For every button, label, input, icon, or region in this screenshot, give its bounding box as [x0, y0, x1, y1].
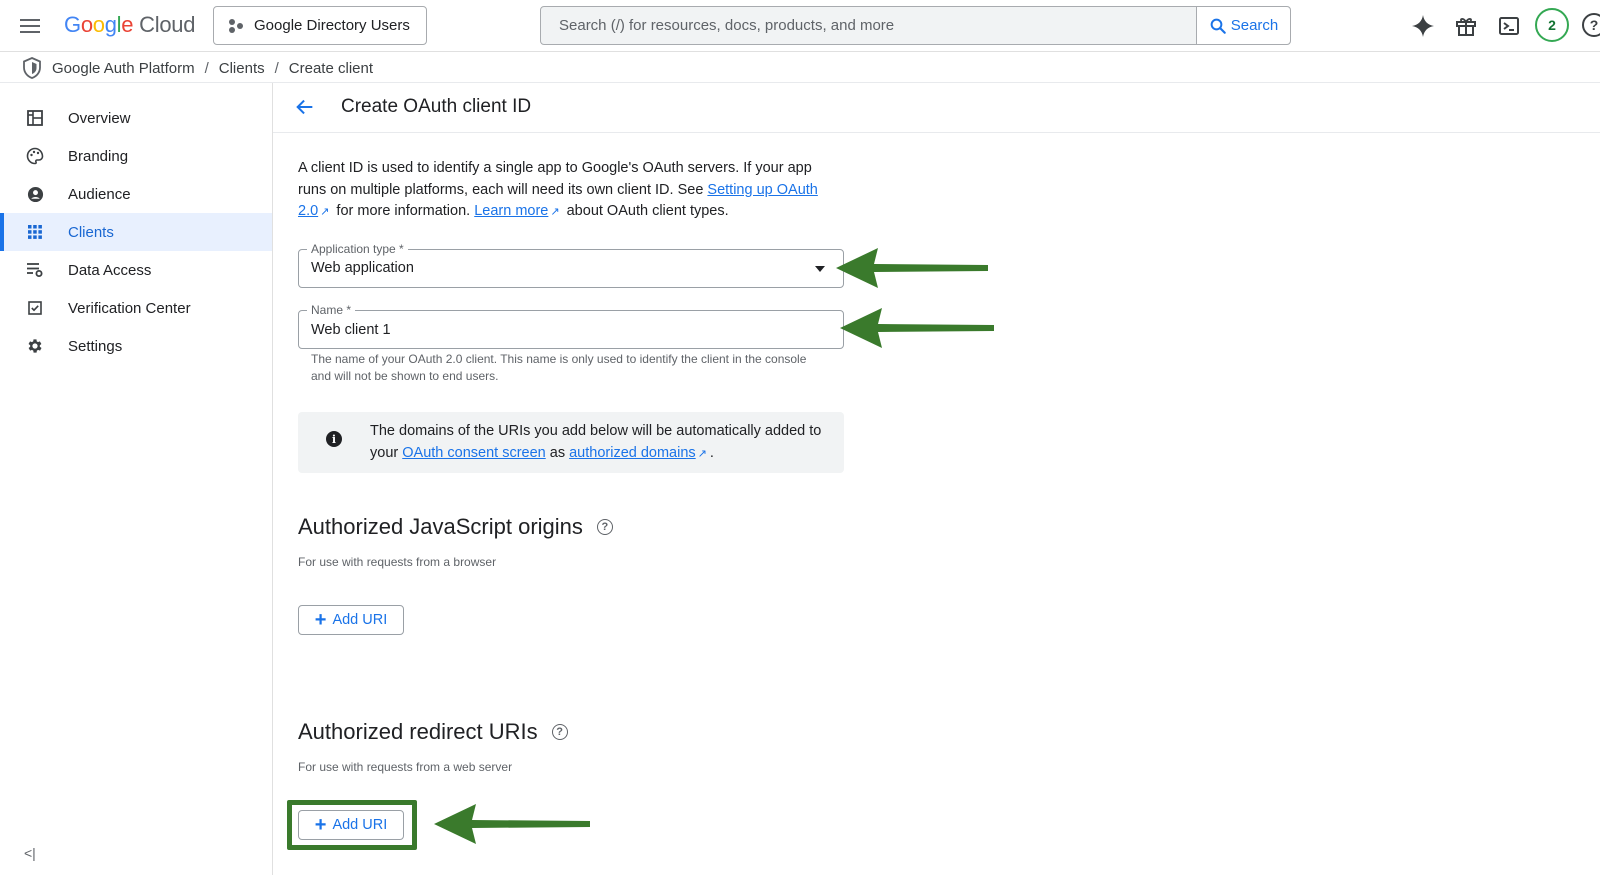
sidebar-item-settings[interactable]: Settings [0, 327, 272, 365]
logo-product-name: Cloud [139, 12, 196, 37]
application-type-label: Application type * [307, 242, 408, 256]
learn-more-link[interactable]: Learn more [474, 203, 548, 219]
authorized-domains-link[interactable]: authorized domains [569, 445, 696, 461]
intro-text: A client ID is used to identify a single… [298, 158, 838, 224]
sidebar-item-clients[interactable]: Clients [0, 213, 272, 251]
info-icon: i [326, 431, 342, 447]
search-button-label: Search [1230, 17, 1279, 34]
sidebar-item-label: Audience [68, 185, 131, 203]
plus-icon: + [314, 609, 327, 631]
info-glyph: i [331, 432, 337, 446]
project-dots-icon [228, 18, 244, 34]
oauth-consent-screen-link[interactable]: OAuth consent screen [402, 445, 545, 461]
application-type-select[interactable]: Application type * Web application [298, 242, 844, 288]
sidebar-item-label: Verification Center [68, 299, 191, 317]
info-banner-text: The domains of the URIs you add below wi… [370, 421, 830, 465]
gear-icon [26, 337, 44, 355]
breadcrumb-separator: / [274, 59, 279, 77]
redirect-uris-title: Authorized redirect URIs [298, 719, 538, 744]
help-circle-icon[interactable]: ? [551, 724, 568, 740]
gemini-sparkle-icon[interactable] [1409, 12, 1437, 40]
sidebar-item-verification-center[interactable]: Verification Center [0, 289, 272, 327]
help-icon[interactable]: ? [1582, 13, 1600, 37]
add-js-origin-uri-button[interactable]: + Add URI [298, 605, 404, 635]
js-origins-title: Authorized JavaScript origins [298, 514, 583, 539]
annotation-arrow-add-redirect-uri [434, 804, 590, 844]
grid-dots-icon [26, 223, 44, 241]
info-banner: i The domains of the URIs you add below … [298, 412, 844, 473]
page-title: Create OAuth client ID [341, 96, 532, 117]
search-box: Search [540, 6, 1291, 45]
external-link-icon: ↗ [697, 447, 707, 460]
name-field: Name * [298, 303, 844, 349]
plus-icon: + [314, 814, 327, 836]
search-icon [1210, 18, 1226, 34]
sidebar-item-label: Overview [68, 109, 131, 127]
collapse-sidebar-button[interactable]: <| [24, 845, 36, 861]
logo-letter: o [80, 12, 93, 37]
google-cloud-logo[interactable]: Google Cloud [64, 12, 195, 38]
help-glyph: ? [1589, 17, 1599, 33]
notifications-count-avatar[interactable]: 2 [1535, 8, 1569, 42]
help-circle-icon[interactable]: ? [596, 519, 613, 535]
palette-icon [26, 147, 44, 165]
main-menu-icon[interactable] [18, 14, 42, 38]
sidebar-item-label: Settings [68, 337, 123, 355]
sidebar-item-audience[interactable]: Audience [0, 175, 272, 213]
search-button[interactable]: Search [1196, 7, 1290, 44]
add-uri-label: Add URI [332, 817, 388, 833]
gift-icon[interactable] [1452, 12, 1480, 40]
sidebar: Overview Branding Audience Clients Data … [0, 83, 273, 875]
breadcrumb: Google Auth Platform / Clients / Create … [22, 54, 373, 82]
logo-letter: g [104, 12, 117, 37]
sidebar-item-data-access[interactable]: Data Access [0, 251, 272, 289]
intro-text-part: about OAuth client types. [562, 203, 729, 219]
dropdown-caret-icon [815, 266, 825, 272]
intro-text-part: for more information. [332, 203, 475, 219]
redirect-uris-subtitle: For use with requests from a web server [298, 760, 513, 774]
application-type-value: Web application [311, 260, 414, 276]
top-bar: Google Cloud Google Directory Users Searc… [0, 0, 1600, 52]
breadcrumb-item-auth-platform[interactable]: Google Auth Platform [52, 60, 195, 77]
sidebar-item-branding[interactable]: Branding [0, 137, 272, 175]
info-text-part: as [545, 444, 570, 461]
project-name: Google Directory Users [254, 17, 410, 34]
shield-icon [23, 57, 41, 79]
breadcrumb-item-clients[interactable]: Clients [219, 60, 265, 77]
page-header: Create OAuth client ID [273, 83, 1600, 133]
sidebar-item-overview[interactable]: Overview [0, 99, 272, 137]
redirect-uris-heading: Authorized redirect URIs ? [298, 719, 568, 745]
avatar-text: 2 [1548, 17, 1556, 33]
logo-letter: o [92, 12, 105, 37]
checkbox-icon [26, 299, 44, 317]
breadcrumb-item-create-client: Create client [288, 59, 374, 77]
external-link-icon: ↗ [550, 206, 560, 218]
sidebar-item-label: Data Access [68, 261, 152, 279]
js-origins-subtitle: For use with requests from a browser [298, 555, 497, 569]
project-picker-button[interactable]: Google Directory Users [213, 6, 427, 45]
annotation-arrow-name [840, 308, 994, 348]
data-settings-icon [26, 261, 44, 279]
search-input[interactable] [541, 7, 1196, 44]
breadcrumb-separator: / [204, 59, 209, 77]
external-link-icon: ↗ [320, 206, 330, 218]
logo-letter: e [121, 12, 134, 37]
sidebar-item-label: Clients [68, 223, 114, 241]
name-input[interactable] [299, 311, 843, 348]
dashboard-icon [26, 109, 44, 127]
logo-letter: G [64, 12, 81, 37]
cloud-shell-terminal-icon[interactable] [1495, 12, 1523, 40]
sidebar-item-label: Branding [68, 147, 129, 165]
add-redirect-uri-button[interactable]: + Add URI [298, 810, 404, 840]
back-arrow-icon[interactable] [293, 96, 317, 120]
annotation-arrow-application-type [836, 248, 988, 288]
add-uri-label: Add URI [332, 612, 388, 628]
collapse-glyph: <| [24, 845, 36, 861]
person-circle-icon [26, 185, 44, 203]
info-text-part: . [709, 444, 714, 461]
js-origins-heading: Authorized JavaScript origins ? [298, 514, 613, 540]
name-helper-text: The name of your OAuth 2.0 client. This … [311, 352, 807, 383]
